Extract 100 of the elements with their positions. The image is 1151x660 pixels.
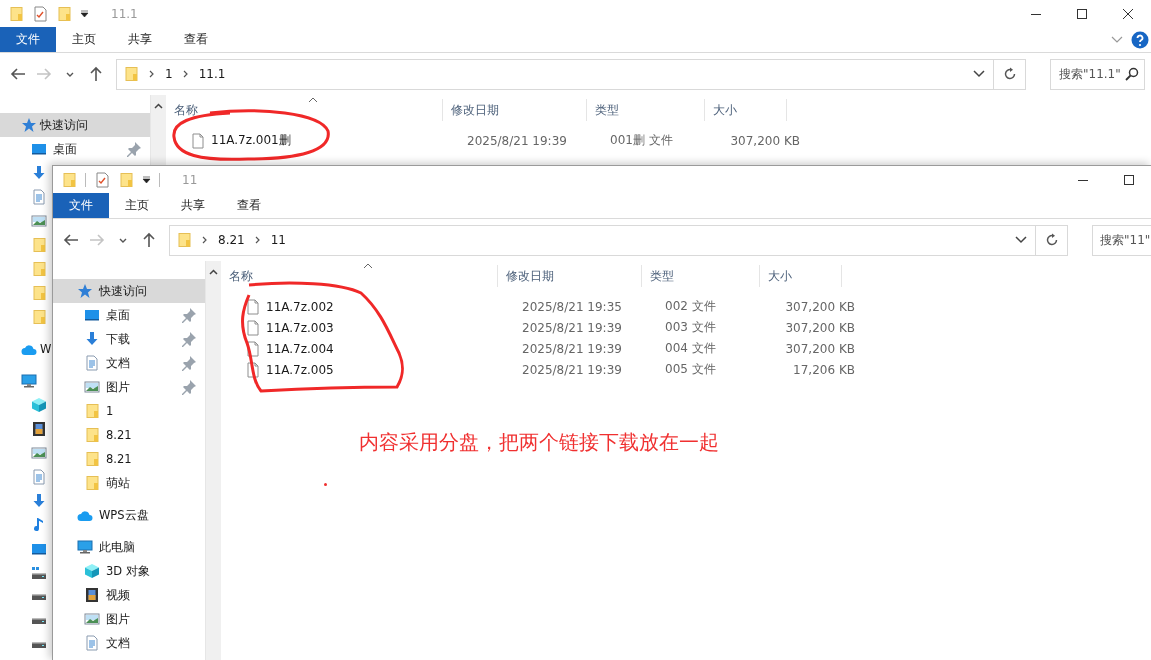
column-header[interactable]: 大小 (705, 99, 787, 121)
ribbon-tab[interactable]: 查看 (221, 193, 277, 218)
close-icon (1123, 8, 1133, 19)
folder-icon (84, 475, 100, 491)
file-name[interactable]: 11A.7z.005 (266, 362, 334, 377)
ribbon-tab[interactable]: 查看 (168, 27, 224, 52)
sidebar-item[interactable]: 文档 (53, 631, 205, 655)
size-cell-text: 307,200 KB (784, 340, 855, 358)
chevron-right-icon (181, 69, 190, 79)
sort-chevron-icon (308, 97, 318, 103)
folder-icon (31, 261, 47, 277)
chevron-down-icon[interactable] (973, 70, 985, 78)
picture-icon (31, 445, 47, 461)
size-cell-text: 17,206 KB (792, 361, 855, 379)
help-icon[interactable] (1131, 30, 1149, 49)
column-header[interactable]: 修改日期 (498, 265, 642, 287)
file-name[interactable]: 11A.7z.003 (266, 320, 334, 335)
column-header[interactable]: 名称 (221, 265, 498, 287)
dropdown-caret-icon[interactable] (142, 175, 151, 184)
sidebar-item[interactable]: 1 (53, 399, 205, 423)
sidebar-item[interactable]: 文档 (53, 351, 205, 375)
column-header[interactable]: 类型 (587, 99, 705, 121)
folder-icon (31, 309, 47, 325)
sidebar-item[interactable]: 下载 (53, 327, 205, 351)
address-bar[interactable]: 1 11.1 (116, 58, 994, 90)
folder-icon (123, 66, 139, 82)
drive-icon (32, 642, 46, 648)
breadcrumb-item[interactable]: 8.21 (218, 233, 245, 247)
column-header[interactable]: 名称 (166, 99, 443, 121)
star-icon (77, 283, 93, 299)
chevron-down-icon[interactable] (1015, 236, 1027, 244)
ribbon-tab[interactable]: 共享 (112, 27, 168, 52)
star-icon (21, 117, 37, 133)
file-name[interactable]: 11A.7z.002 (266, 299, 334, 314)
sidebar-item[interactable]: 快速访问 (0, 113, 150, 137)
dropdown-caret-icon[interactable] (80, 9, 89, 18)
folder-icon (84, 427, 100, 443)
picture-icon (31, 213, 47, 229)
type-cell-text: 002 文件 (664, 298, 717, 315)
date-cell-text: 2025/8/21 19:39 (521, 361, 623, 379)
monitor-icon (31, 141, 47, 157)
search-field[interactable]: 搜索"11" (1092, 224, 1151, 256)
breadcrumb-item[interactable]: 1 (165, 67, 173, 81)
back-arrow-icon[interactable] (63, 232, 79, 248)
sidebar-item[interactable]: WPS云盘 (53, 503, 205, 527)
sidebar-item[interactable]: 3D 对象 (53, 559, 205, 583)
column-header[interactable]: 大小 (760, 265, 842, 287)
chevron-right-icon (253, 235, 262, 245)
file-icon (245, 319, 261, 336)
sidebar-item[interactable]: W (0, 337, 52, 361)
drive-icon (32, 618, 46, 624)
back-arrow-icon[interactable] (10, 66, 26, 82)
breadcrumb-item[interactable]: 11 (270, 233, 286, 247)
type-cell-text: 005 文件 (664, 361, 717, 378)
sidebar-item[interactable]: 8.21 (53, 423, 205, 447)
sidebar-item[interactable]: 8.21 (53, 447, 205, 471)
file-menu-button[interactable]: 文件 (0, 27, 56, 52)
refresh-button[interactable] (1036, 224, 1068, 256)
sidebar-item[interactable]: 视频 (53, 583, 205, 607)
sidebar-item[interactable]: 萌站 (53, 471, 205, 495)
column-header[interactable]: 修改日期 (443, 99, 587, 121)
annotation-dot (324, 483, 327, 486)
chevron-up-icon[interactable] (154, 103, 163, 109)
download-arrow-icon (31, 165, 47, 181)
pin-icon (181, 379, 197, 395)
column-header[interactable]: 类型 (642, 265, 760, 287)
monitor-icon (84, 307, 100, 323)
sidebar-item[interactable]: 桌面 (53, 303, 205, 327)
folder-icon (31, 285, 47, 301)
ribbon-tab[interactable]: 主页 (56, 27, 112, 52)
type-cell-text: 004 文件 (664, 340, 717, 357)
sidebar-item[interactable]: 图片 (53, 607, 205, 631)
pin-icon (181, 307, 197, 323)
ribbon-tab[interactable]: 主页 (109, 193, 165, 218)
ribbon-tab[interactable]: 共享 (165, 193, 221, 218)
search-field[interactable]: 搜索"11.1" (1050, 58, 1145, 90)
sidebar-item[interactable]: 图片 (53, 375, 205, 399)
picture-icon (84, 379, 100, 395)
file-name[interactable]: 11A.7z.001删 (211, 132, 291, 149)
computer-icon (77, 539, 93, 555)
file-name[interactable]: 11A.7z.004 (266, 341, 334, 356)
sidebar-item[interactable]: 快速访问 (53, 279, 205, 303)
file-menu-button[interactable]: 文件 (53, 193, 109, 218)
scrollbar[interactable] (205, 261, 221, 660)
refresh-button[interactable] (994, 58, 1026, 90)
document-icon (31, 189, 47, 205)
address-bar[interactable]: 8.21 11 (169, 224, 1036, 256)
chevron-up-icon[interactable] (209, 269, 218, 275)
sidebar-item[interactable]: 此电脑 (53, 535, 205, 559)
date-cell-text: 2025/8/21 19:39 (466, 132, 568, 150)
up-arrow-icon[interactable] (88, 66, 104, 82)
scrollbar[interactable] (150, 95, 166, 165)
checklist-icon[interactable] (32, 5, 48, 22)
monitor-icon (31, 541, 47, 557)
breadcrumb-item[interactable]: 11.1 (198, 67, 226, 81)
up-arrow-icon[interactable] (141, 232, 157, 248)
checklist-icon[interactable] (94, 171, 110, 188)
size-cell-text: 307,200 KB (784, 298, 855, 316)
sidebar-item[interactable]: 桌面 (0, 137, 150, 161)
folder-icon (84, 403, 100, 419)
